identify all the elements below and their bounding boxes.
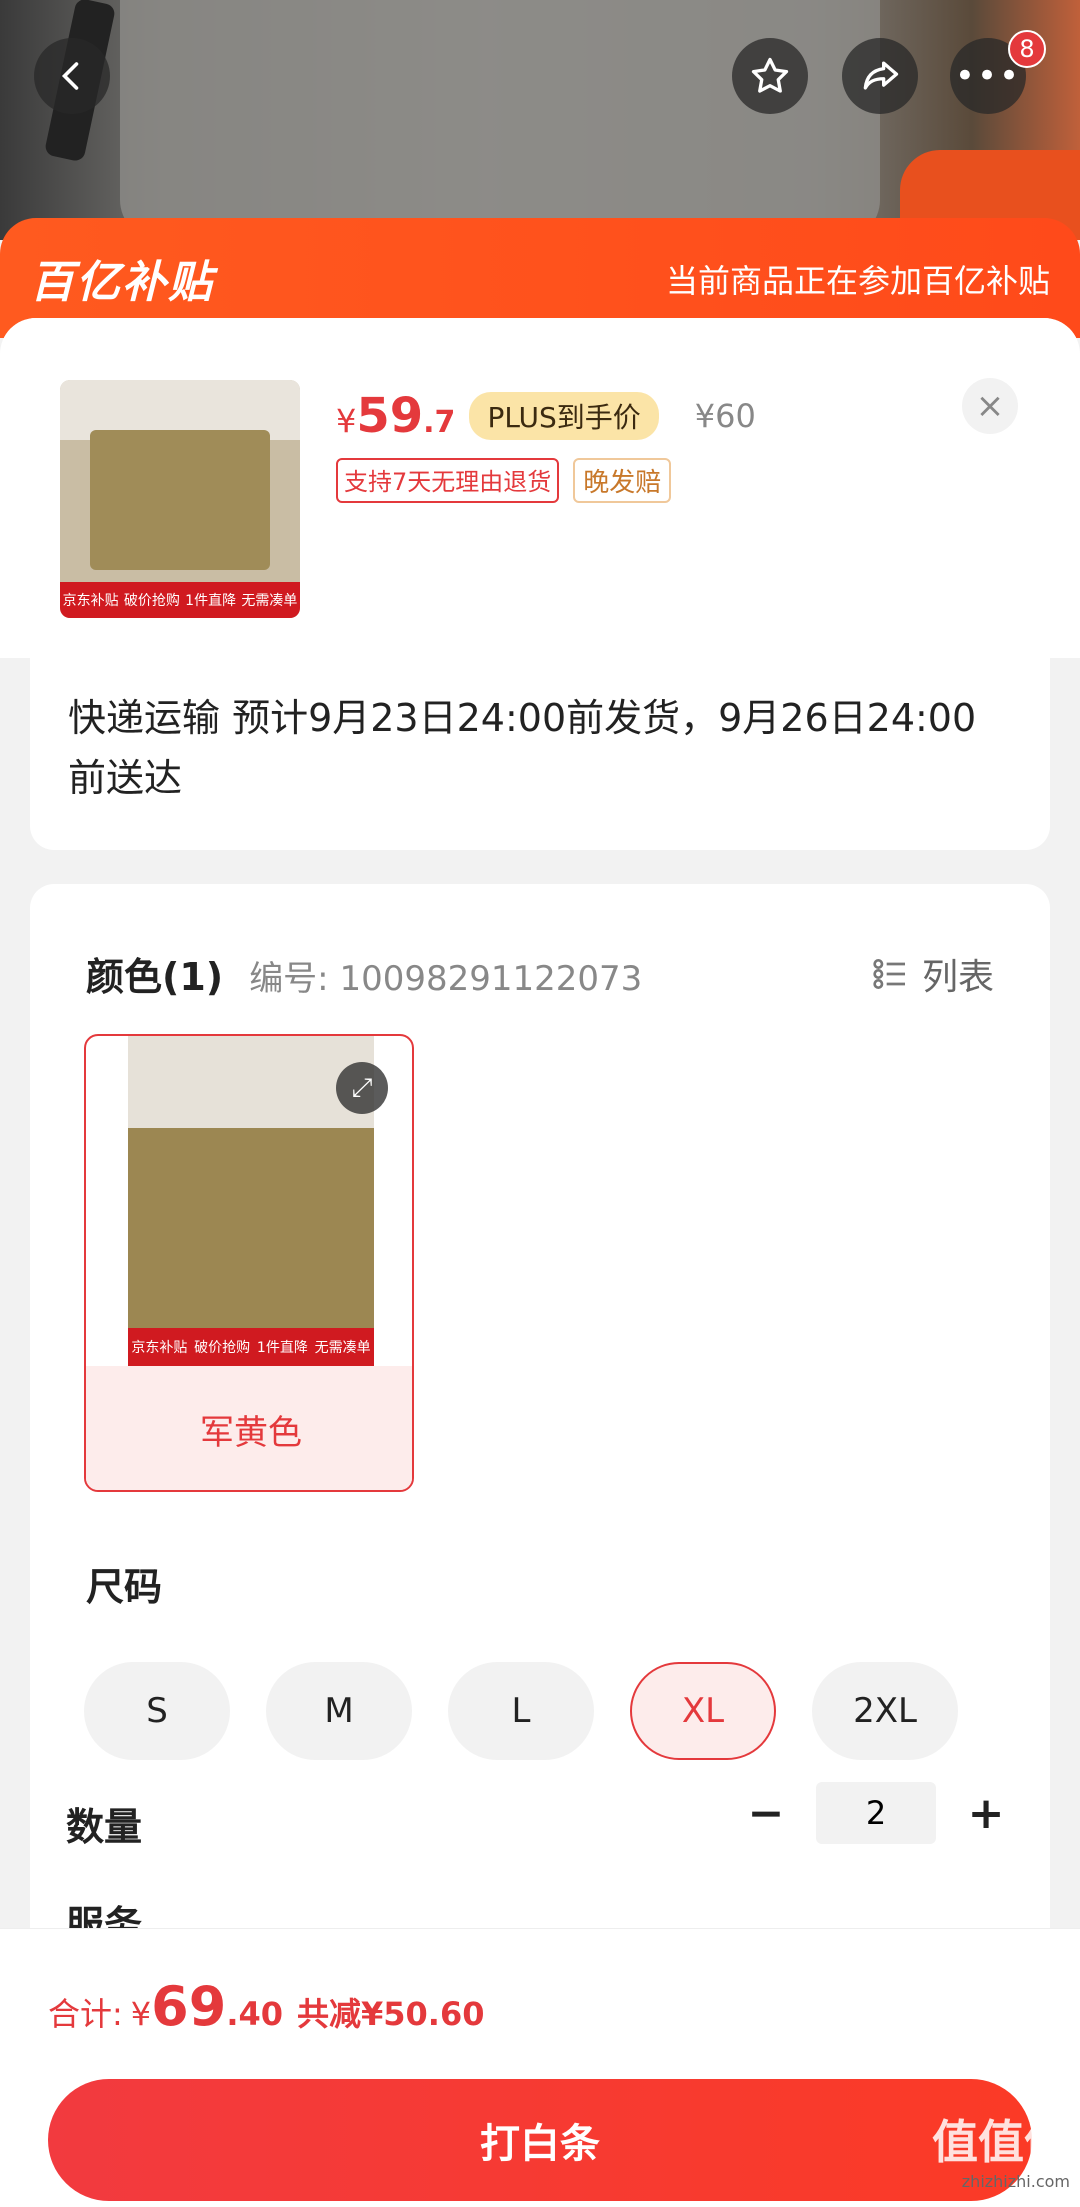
close-icon: ×: [975, 386, 1005, 426]
promo-strip: 京东补贴 破价抢购 1件直降 无需凑单: [60, 582, 300, 618]
price-decimal: .7: [423, 405, 456, 440]
total-label: 合计:: [48, 1995, 123, 2033]
subsidy-notice: 当前商品正在参加百亿补贴: [665, 262, 1050, 300]
list-icon: [873, 958, 905, 990]
list-view-toggle[interactable]: 列表: [870, 948, 994, 1000]
message-count-badge: 8: [1008, 30, 1046, 68]
quantity-stepper: − 2 +: [742, 1782, 1010, 1844]
share-icon: [863, 61, 899, 90]
original-price: ¥60: [694, 397, 756, 435]
color-title: 颜色(1): [86, 955, 224, 999]
expand-icon[interactable]: ⤢: [336, 1062, 388, 1114]
total-symbol: ¥: [130, 1995, 152, 2033]
delivery-info: 快递运输 预计9月23日24:00前发货，9月26日24:00前送达: [30, 658, 1050, 850]
quantity-value[interactable]: 2: [816, 1782, 936, 1844]
color-header: 颜色(1) 编号: 10098291122073: [86, 946, 642, 1001]
size-option-m[interactable]: M: [266, 1662, 412, 1760]
list-toggle-label: 列表: [921, 957, 994, 998]
swatch-label: 军黄色: [86, 1366, 412, 1490]
size-option-l[interactable]: L: [448, 1662, 594, 1760]
increase-button[interactable]: +: [962, 1788, 1010, 1839]
color-swatch-selected[interactable]: 京东补贴 破价抢购 1件直降 无需凑单 ⤢ 军黄色: [84, 1034, 414, 1492]
size-option-2xl[interactable]: 2XL: [812, 1662, 958, 1760]
pay-with-baitiao-button[interactable]: 打白条: [48, 2079, 1032, 2201]
total-price: 合计: ¥ 69 .40 共减¥50.60: [48, 1975, 485, 2038]
item-code: 编号: 10098291122073: [249, 959, 643, 999]
total-integer: 69: [151, 1975, 227, 2038]
late-compensation-tag: 晚发赔: [573, 458, 672, 503]
shirt-area: [120, 0, 880, 240]
back-button[interactable]: [34, 38, 110, 114]
close-button[interactable]: ×: [962, 378, 1018, 434]
share-button[interactable]: [842, 38, 918, 114]
promo-strip: 京东补贴 破价抢购 1件直降 无需凑单: [128, 1328, 374, 1366]
price-row: ¥ 59 .7 PLUS到手价 ¥60: [336, 388, 756, 444]
star-icon: [751, 57, 789, 93]
decrease-button[interactable]: −: [742, 1788, 790, 1839]
price-integer: 59: [356, 388, 424, 444]
size-options: S M L XL 2XL: [84, 1662, 958, 1760]
size-option-s[interactable]: S: [84, 1662, 230, 1760]
chevron-left-icon: [61, 62, 79, 90]
return-policy-tag: 支持7天无理由退货: [336, 458, 560, 503]
product-thumbnail[interactable]: 京东补贴 破价抢购 1件直降 无需凑单: [60, 380, 300, 618]
total-saving: 共减¥50.60: [297, 1995, 485, 2033]
checkout-bar: 合计: ¥ 69 .40 共减¥50.60 打白条 值值值 zhizhizhi.…: [0, 1928, 1080, 2207]
plus-price-tag: PLUS到手价: [469, 392, 659, 440]
size-option-xl[interactable]: XL: [630, 1662, 776, 1760]
service-tags: 支持7天无理由退货 晚发赔: [336, 458, 672, 503]
favorite-button[interactable]: [732, 38, 808, 114]
watermark: 值值值 zhizhizhi.com: [932, 2115, 1070, 2191]
total-decimal: .40: [226, 1995, 283, 2033]
quantity-title: 数量: [66, 1805, 143, 1849]
product-photo: [0, 0, 1080, 240]
size-title: 尺码: [86, 1565, 163, 1609]
product-summary: 京东补贴 破价抢购 1件直降 无需凑单 ¥ 59 .7 PLUS到手价 ¥60 …: [0, 318, 1080, 658]
more-icon: •••: [954, 56, 1022, 96]
subsidy-logo: 百亿补贴: [30, 257, 214, 308]
price-symbol: ¥: [336, 402, 357, 440]
sku-selection-sheet: 京东补贴 破价抢购 1件直降 无需凑单 ¥ 59 .7 PLUS到手价 ¥60 …: [0, 318, 1080, 2207]
